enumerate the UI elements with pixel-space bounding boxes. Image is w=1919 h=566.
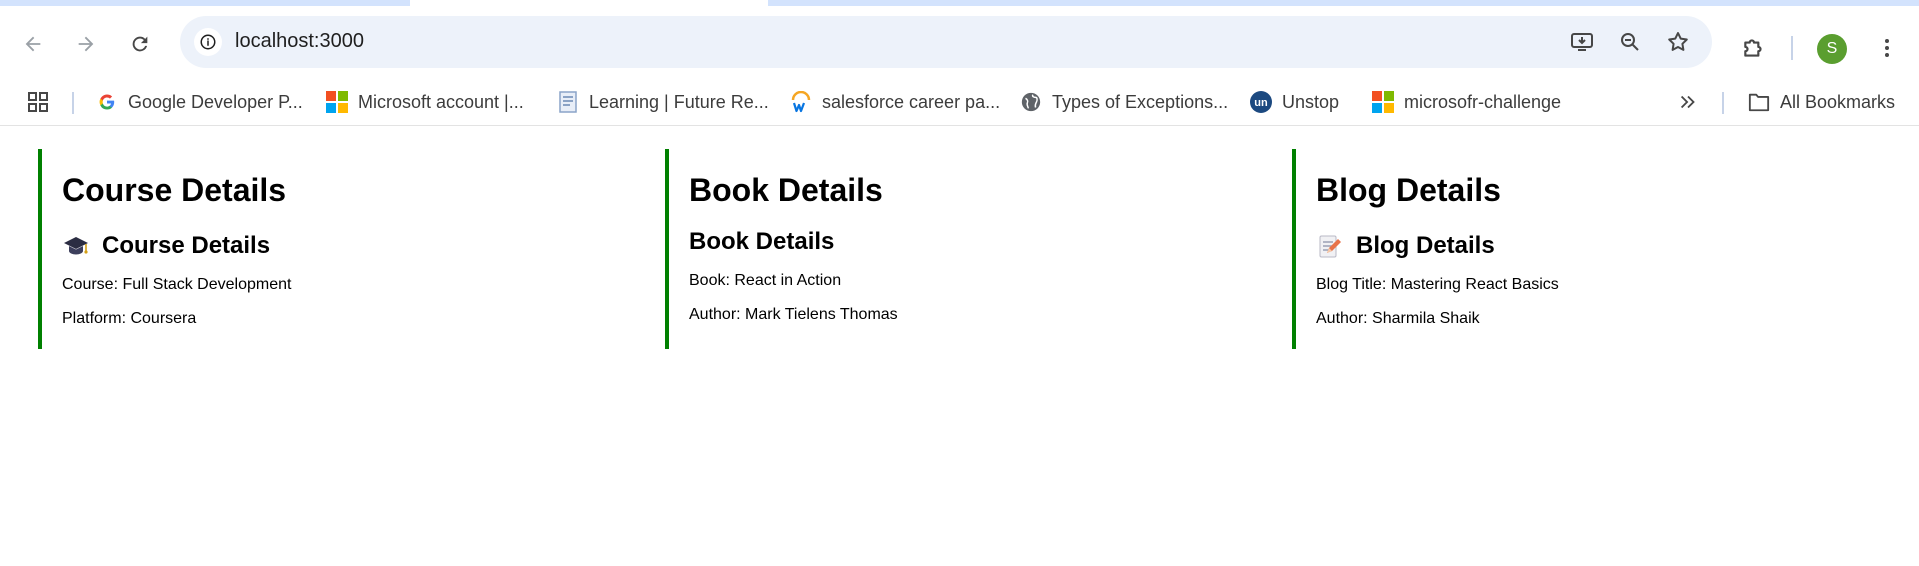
blog-title: Blog Title: Mastering React Basics xyxy=(1316,276,1559,293)
google-icon xyxy=(96,91,118,113)
bookmark-label: Learning | Future Re... xyxy=(589,91,769,112)
bookmark-label: Google Developer P... xyxy=(128,91,303,112)
book-title: Book: React in Action xyxy=(689,272,842,289)
bookmarks-divider xyxy=(72,92,74,114)
bookmark-item[interactable]: microsofr-challenge xyxy=(1372,88,1561,116)
memo-icon xyxy=(1316,232,1344,260)
folder-icon xyxy=(1748,91,1770,113)
double-chevron-icon xyxy=(1680,95,1695,109)
blog-details-panel: Blog Details Blog Details Blog Title: Ma… xyxy=(1292,149,1852,349)
blog-author: Author: Sharmila Shaik xyxy=(1316,310,1480,327)
bookmark-star-button[interactable] xyxy=(1664,28,1692,56)
book-author: Author: Mark Tielens Thomas xyxy=(689,306,898,323)
unstop-icon: un xyxy=(1250,91,1272,113)
zoom-out-icon xyxy=(1621,33,1639,51)
reload-icon xyxy=(132,36,148,52)
site-info-button[interactable] xyxy=(194,28,222,56)
course-details-panel: Course Details Course Details Course: Fu… xyxy=(38,149,598,349)
bookmark-item[interactable]: Learning | Future Re... xyxy=(557,88,769,116)
bookmark-item[interactable]: salesforce career pa... xyxy=(790,88,1000,116)
browser-toolbar: localhost:3000 S xyxy=(0,6,1919,78)
puzzle-icon xyxy=(1744,39,1762,57)
info-icon xyxy=(200,34,216,50)
forward-button[interactable] xyxy=(72,30,100,58)
bookmarks-bar: Google Developer P... Microsoft account … xyxy=(0,78,1919,126)
bookmark-item[interactable]: Types of Exceptions... xyxy=(1020,88,1228,116)
apps-grid-icon xyxy=(28,92,48,112)
svg-text:un: un xyxy=(1254,97,1268,109)
bookmark-item[interactable]: Google Developer P... xyxy=(96,88,303,116)
reload-button[interactable] xyxy=(126,30,154,58)
course-platform: Platform: Coursera xyxy=(62,310,197,327)
bookmark-label: salesforce career pa... xyxy=(822,91,1001,112)
blog-heading: Blog Details xyxy=(1316,172,1501,208)
bookmark-label: Unstop xyxy=(1282,91,1340,112)
all-bookmarks-button[interactable]: All Bookmarks xyxy=(1748,88,1895,116)
workday-icon xyxy=(790,91,812,113)
install-app-icon xyxy=(1571,33,1593,51)
menu-button[interactable] xyxy=(1873,34,1901,62)
url-text[interactable]: localhost:3000 xyxy=(235,30,364,53)
course-name: Course: Full Stack Development xyxy=(62,276,292,293)
bookmark-label: Microsoft account |... xyxy=(358,91,524,112)
apps-button[interactable] xyxy=(26,88,50,116)
bookmark-label: Types of Exceptions... xyxy=(1052,91,1229,112)
back-button[interactable] xyxy=(19,30,47,58)
microsoft-icon xyxy=(1372,91,1394,113)
course-heading: Course Details xyxy=(62,172,287,208)
book-subheading: Book Details xyxy=(689,227,1225,257)
bookmark-item[interactable]: Microsoft account |... xyxy=(326,88,524,116)
bookmark-item[interactable]: un Unstop xyxy=(1250,88,1339,116)
blog-subheading: Blog Details xyxy=(1316,231,1852,261)
course-subheading: Course Details xyxy=(62,231,598,261)
address-bar[interactable]: localhost:3000 xyxy=(180,16,1712,68)
extensions-button[interactable] xyxy=(1740,34,1768,62)
book-heading: Book Details xyxy=(689,172,883,208)
forward-arrow-icon xyxy=(78,36,94,52)
kebab-menu-icon xyxy=(1885,39,1889,57)
profile-avatar[interactable]: S xyxy=(1817,34,1847,64)
bookmarks-divider xyxy=(1722,92,1724,114)
toolbar-divider xyxy=(1791,36,1793,60)
globe-icon xyxy=(1020,91,1042,113)
microsoft-icon xyxy=(326,91,348,113)
back-arrow-icon xyxy=(25,36,41,52)
bookmark-label: microsofr-challenge xyxy=(1404,91,1562,112)
document-icon xyxy=(557,91,579,113)
more-bookmarks-button[interactable] xyxy=(1677,88,1699,116)
course-subheading-text: Course Details xyxy=(102,232,271,259)
book-subheading-text: Book Details xyxy=(689,228,835,255)
star-icon xyxy=(1668,32,1688,51)
all-bookmarks-label: All Bookmarks xyxy=(1780,91,1896,112)
install-app-button[interactable] xyxy=(1568,28,1596,56)
zoom-button[interactable] xyxy=(1616,28,1644,56)
book-details-panel: Book Details Book Details Book: React in… xyxy=(665,149,1225,349)
blog-subheading-text: Blog Details xyxy=(1356,232,1495,259)
graduation-cap-icon xyxy=(62,232,90,260)
